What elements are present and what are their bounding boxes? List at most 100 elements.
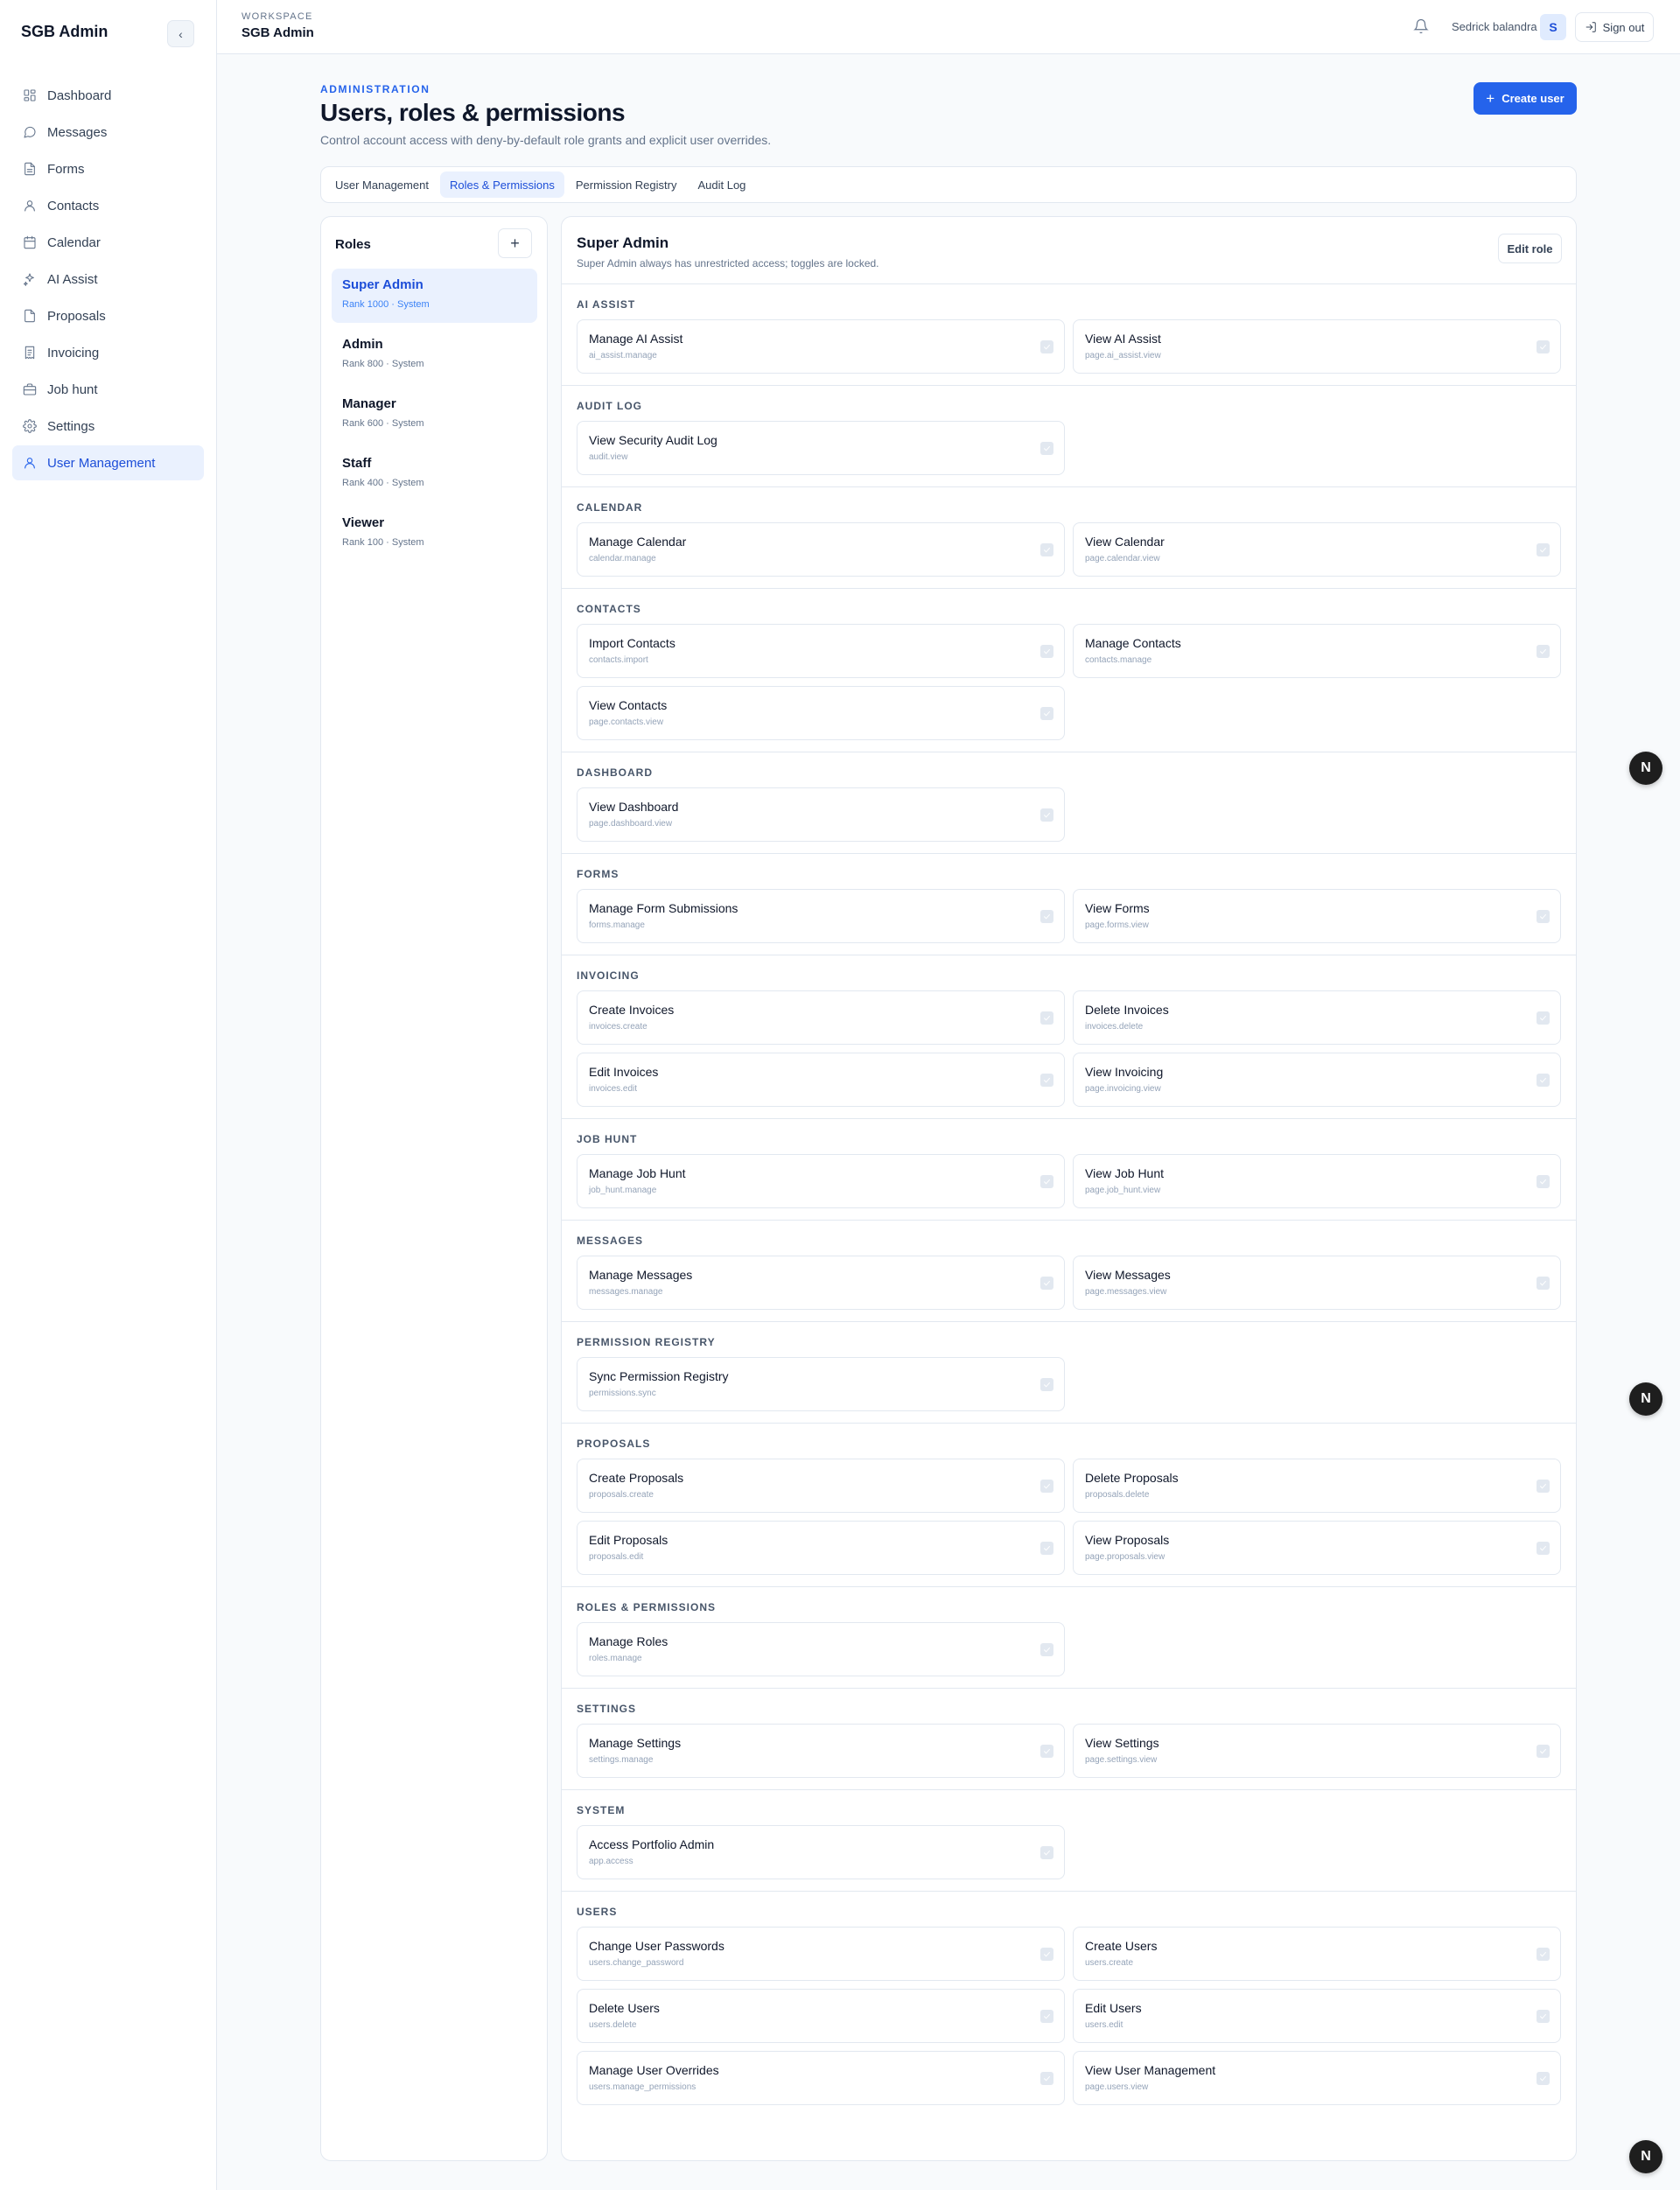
permission-checkbox[interactable] [1040,442,1054,455]
sidebar-item-settings[interactable]: Settings [12,409,204,444]
permission-checkbox[interactable] [1040,2010,1054,2023]
permission-checkbox[interactable] [1040,1542,1054,1555]
permission-checkbox[interactable] [1536,1542,1550,1555]
floating-assistant-button[interactable]: N [1629,1382,1662,1416]
permission-checkbox[interactable] [1040,1175,1054,1188]
permission-key: page.calendar.view [1085,554,1160,563]
permission-checkbox[interactable] [1040,1948,1054,1961]
permission-section-calendar: CALENDAR Manage Calendar calendar.manage Vi… [562,487,1576,589]
section-title: AUDIT LOG [577,400,642,412]
permission-name: Sync Permission Registry [589,1369,729,1383]
role-item-staff[interactable]: Staff Rank 400 · System [332,447,537,501]
sidebar-item-label: Calendar [47,234,101,250]
permission-checkbox[interactable] [1040,1277,1054,1290]
permission-key: page.settings.view [1085,1755,1158,1765]
sidebar-item-label: Dashboard [47,87,112,103]
permission-name: Manage Settings [589,1736,682,1750]
permission-checkbox[interactable] [1536,1011,1550,1025]
check-icon [1043,2013,1051,2019]
permission-checkbox[interactable] [1040,1011,1054,1025]
permission-checkbox[interactable] [1536,1277,1550,1290]
sidebar-item-invoicing[interactable]: Invoicing [12,335,204,370]
permission-checkbox[interactable] [1536,1480,1550,1493]
edit-role-button[interactable]: Edit role [1498,234,1562,263]
permission-grid: Manage Messages messages.manage View Messa… [577,1256,1561,1310]
permission-checkbox[interactable] [1040,1074,1054,1087]
permission-grid: Access Portfolio Admin app.access [577,1825,1561,1879]
add-role-button[interactable]: + [498,228,532,258]
permission-checkbox[interactable] [1040,707,1054,720]
floating-assistant-button[interactable]: N [1629,752,1662,785]
sidebar-item-job-hunt[interactable]: Job hunt [12,372,204,407]
permission-checkbox[interactable] [1536,1948,1550,1961]
permission-key: proposals.delete [1085,1490,1150,1500]
permission-checkbox[interactable] [1040,1745,1054,1758]
tab-bar: User Management Roles & Permissions Permis… [320,166,1577,203]
check-icon [1539,1951,1547,1957]
floating-assistant-button[interactable]: N [1629,2140,1662,2173]
avatar[interactable]: S [1540,14,1566,40]
tab-user-management[interactable]: User Management [326,171,438,198]
role-item-super-admin[interactable]: Super Admin Rank 1000 · System [332,269,537,323]
sidebar-item-proposals[interactable]: Proposals [12,298,204,333]
permissions-header: Super Admin Super Admin always has unres… [562,217,1576,284]
permission-checkbox[interactable] [1040,543,1054,556]
permission-checkbox[interactable] [1536,2072,1550,2085]
sidebar-item-contacts[interactable]: Contacts [12,188,204,223]
permission-key: calendar.manage [589,554,656,563]
permission-name: Import Contacts [589,636,676,650]
permission-name: Delete Invoices [1085,1003,1169,1017]
permission-checkbox[interactable] [1536,645,1550,658]
permission-checkbox[interactable] [1040,910,1054,923]
tab-audit-log[interactable]: Audit Log [688,171,755,198]
role-item-admin[interactable]: Admin Rank 800 · System [332,328,537,382]
permission-key: invoices.delete [1085,1022,1144,1032]
permission-section-job-hunt: JOB HUNT Manage Job Hunt job_hunt.manage Vi… [562,1119,1576,1221]
permission-checkbox[interactable] [1536,1745,1550,1758]
permission-checkbox[interactable] [1536,340,1550,353]
permission-checkbox[interactable] [1040,645,1054,658]
permission-checkbox[interactable] [1536,543,1550,556]
gear-icon [23,419,37,433]
collapse-sidebar-button[interactable]: ‹ [167,20,194,47]
check-icon [1043,2075,1051,2082]
permission-checkbox[interactable] [1536,1074,1550,1087]
check-icon [1043,913,1051,920]
role-item-viewer[interactable]: Viewer Rank 100 · System [332,507,537,561]
permission-key: page.forms.view [1085,920,1149,930]
create-user-button[interactable]: + Create user [1474,82,1577,115]
sign-out-button[interactable]: Sign out [1575,12,1654,42]
permission-checkbox[interactable] [1040,2072,1054,2085]
sidebar-item-messages[interactable]: Messages [12,115,204,150]
permission-key: proposals.edit [589,1552,644,1562]
tab-permission-registry[interactable]: Permission Registry [566,171,687,198]
sidebar-item-forms[interactable]: Forms [12,151,204,186]
permission-card: View Proposals page.proposals.view [1073,1521,1561,1575]
bell-icon[interactable] [1413,18,1429,34]
sidebar-item-label: AI Assist [47,271,98,287]
permission-checkbox[interactable] [1040,1643,1054,1656]
permission-checkbox[interactable] [1040,1378,1054,1391]
permission-checkbox[interactable] [1040,808,1054,822]
section-title: CALENDAR [577,501,643,514]
permission-checkbox[interactable] [1040,1846,1054,1859]
brand-title: SGB Admin [21,23,108,40]
sidebar-item-user-management[interactable]: User Management [12,445,204,480]
tab-roles-and-permissions[interactable]: Roles & Permissions [439,171,564,198]
permission-card: Manage AI Assist ai_assist.manage [577,319,1065,374]
sidebar-item-ai-assist[interactable]: AI Assist [12,262,204,297]
calendar-icon [23,235,37,249]
role-item-manager[interactable]: Manager Rank 600 · System [332,388,537,442]
permission-key: page.users.view [1085,2082,1149,2092]
permission-checkbox[interactable] [1040,1480,1054,1493]
sidebar-item-dashboard[interactable]: Dashboard [12,78,204,113]
permission-key: forms.manage [589,920,645,930]
permission-key: invoices.edit [589,1084,638,1094]
role-meta: Rank 600 · System [342,418,424,429]
permission-checkbox[interactable] [1536,910,1550,923]
permission-card: View User Management page.users.view [1073,2051,1561,2105]
permission-checkbox[interactable] [1536,1175,1550,1188]
sidebar-item-calendar[interactable]: Calendar [12,225,204,260]
permission-checkbox[interactable] [1536,2010,1550,2023]
permission-checkbox[interactable] [1040,340,1054,353]
